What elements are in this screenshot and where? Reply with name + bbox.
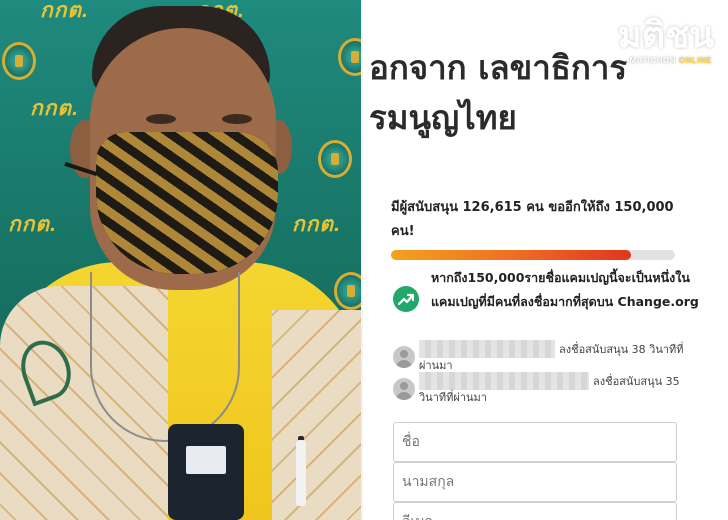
- signature-progress-bar: [391, 250, 675, 260]
- petition-page: อกจาก เลขาธิการ รมนูญไทย มีผู้สนับสนุน 1…: [363, 0, 728, 520]
- backdrop-logo-text: กกต.: [8, 213, 57, 236]
- milestone-message: หากถึง150,000รายชื่อแคมเปญนี้จะเป็นหนึ่ง…: [431, 270, 699, 309]
- signer-time: ลงชื่อสนับสนุน 35: [593, 375, 680, 388]
- signature-progress-fill: [391, 250, 631, 260]
- matichon-logo: มติชน MATICHON ONLINE: [608, 16, 720, 70]
- logo-subtitle-accent: ONLINE: [676, 56, 712, 65]
- first-name-input[interactable]: [394, 423, 676, 461]
- lanyard-chain: [90, 272, 240, 442]
- eye: [146, 114, 176, 124]
- signer-time: วินาทีที่ผ่านมา: [419, 391, 487, 404]
- emblem-icon: [338, 38, 363, 76]
- emblem-icon: [334, 272, 363, 310]
- emblem-icon: [318, 140, 352, 178]
- email-field[interactable]: [393, 502, 677, 520]
- first-name-field[interactable]: [393, 422, 677, 462]
- trending-up-icon: [393, 286, 419, 312]
- backdrop-logo-text: กกต.: [292, 213, 341, 236]
- patterned-face-mask: [96, 132, 278, 274]
- patterned-vest: [272, 310, 363, 520]
- pen: [296, 440, 306, 506]
- signer-time: ลงชื่อสนับสนุน 38 วินาทีที่: [559, 343, 684, 356]
- supporter-count: มีผู้สนับสนุน 126,615 คน ขออีกให้ถึง 150…: [391, 200, 674, 239]
- avatar: [393, 346, 415, 368]
- recent-signer: ลงชื่อสนับสนุน 35 วินาทีที่ผ่านมา: [391, 372, 721, 406]
- petition-title-line: รมนูญไทย: [369, 98, 517, 137]
- id-badge-card: [186, 446, 226, 474]
- news-photo: กกต. กกต. กกต. กกต. กกต.: [0, 0, 363, 520]
- eye: [222, 114, 252, 124]
- avatar: [393, 378, 415, 400]
- logo-subtitle: MATICHON ONLINE: [630, 56, 712, 65]
- logo-subtitle-prefix: MATICHON: [629, 56, 677, 65]
- emblem-icon: [2, 42, 36, 80]
- last-name-field[interactable]: [393, 462, 677, 502]
- last-name-input[interactable]: [394, 463, 676, 501]
- backdrop-logo-text: กกต.: [40, 0, 89, 22]
- logo-wordmark: มติชน: [617, 15, 714, 56]
- email-input[interactable]: [394, 503, 676, 520]
- recent-signer: ลงชื่อสนับสนุน 38 วินาทีที่ ผ่านมา: [391, 340, 721, 374]
- backdrop-logo-text: กกต.: [30, 97, 79, 120]
